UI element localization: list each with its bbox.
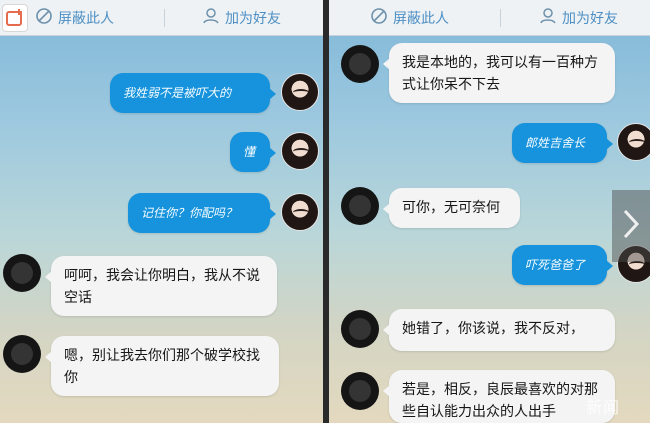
add-friend-icon — [202, 7, 225, 29]
block-user-button[interactable]: 屏蔽此人 — [370, 0, 449, 36]
avatar[interactable] — [617, 123, 650, 161]
message-bubble-outgoing: 郎姓吉舍长 — [512, 123, 613, 163]
chat-panel-right: 屏蔽此人 加为好友 我是本地的，我可以有一百种方式让你呆不下去 郎姓吉舍长 可你… — [329, 0, 650, 423]
avatar[interactable] — [3, 335, 41, 373]
add-friend-button[interactable]: 加为好友 — [539, 0, 618, 36]
message-bubble-outgoing: 懂 — [230, 132, 276, 172]
avatar[interactable] — [341, 310, 379, 348]
message-text: 郎姓吉舍长 — [525, 136, 586, 150]
message-text: 她错了，你该说，我不反对， — [402, 321, 584, 337]
message-bubble-incoming: 我是本地的，我可以有一百种方式让你呆不下去 — [383, 43, 615, 103]
message-text: 我姓弱不是被吓大的 — [123, 86, 232, 100]
message-bubble-outgoing: 记住你？你配吗？ — [128, 193, 276, 233]
message-text: 呵呵，我会让你明白，我从不说空话 — [64, 268, 260, 306]
avatar[interactable] — [341, 372, 379, 410]
message-bubble-outgoing: 吓死爸爸了 — [512, 245, 613, 285]
message-text: 嗯，别让我去你们那个破学校找你 — [64, 348, 260, 386]
share-icon[interactable] — [2, 4, 28, 32]
topbar-divider — [500, 9, 501, 27]
message-text: 我是本地的，我可以有一百种方式让你呆不下去 — [402, 55, 598, 93]
message-bubble-incoming: 若是，相反，良辰最喜欢的对那些自认能力出众的人出手 — [383, 370, 615, 423]
avatar[interactable] — [281, 73, 319, 111]
avatar[interactable] — [341, 187, 379, 225]
chat-topbar: 屏蔽此人 加为好友 — [0, 0, 323, 36]
message-text: 懂 — [243, 145, 256, 159]
message-bubble-outgoing: 我姓弱不是被吓大的 — [110, 73, 276, 113]
message-text: 可你，无可奈何 — [402, 200, 500, 216]
add-friend-icon — [539, 7, 562, 29]
avatar[interactable] — [3, 254, 41, 292]
add-friend-label: 加为好友 — [225, 11, 281, 27]
block-user-label: 屏蔽此人 — [58, 11, 114, 27]
block-user-label: 屏蔽此人 — [393, 11, 449, 27]
chevron-right-icon — [621, 207, 641, 245]
add-friend-label: 加为好友 — [562, 11, 618, 27]
next-image-button[interactable] — [612, 190, 650, 262]
message-bubble-incoming: 她错了，你该说，我不反对， — [383, 309, 615, 351]
block-icon — [35, 7, 58, 29]
avatar[interactable] — [341, 45, 379, 83]
avatar[interactable] — [281, 193, 319, 231]
block-icon — [370, 7, 393, 29]
message-text: 记住你？你配吗？ — [141, 206, 238, 220]
chat-topbar: 屏蔽此人 加为好友 — [329, 0, 650, 36]
block-user-button[interactable]: 屏蔽此人 — [35, 0, 114, 36]
chat-panel-left: 屏蔽此人 加为好友 我姓弱不是被吓大的 懂 记住你？你配吗？ 呵呵，我会让你明白… — [0, 0, 323, 423]
message-bubble-incoming: 可你，无可奈何 — [383, 188, 520, 228]
message-text: 吓死爸爸了 — [525, 258, 586, 272]
avatar[interactable] — [281, 132, 319, 170]
watermark: 新闻 — [586, 398, 621, 417]
message-bubble-incoming: 呵呵，我会让你明白，我从不说空话 — [45, 256, 277, 316]
message-text: 若是，相反，良辰最喜欢的对那些自认能力出众的人出手 — [402, 382, 598, 420]
topbar-divider — [164, 9, 165, 27]
add-friend-button[interactable]: 加为好友 — [202, 0, 281, 36]
message-bubble-incoming: 嗯，别让我去你们那个破学校找你 — [45, 336, 279, 396]
